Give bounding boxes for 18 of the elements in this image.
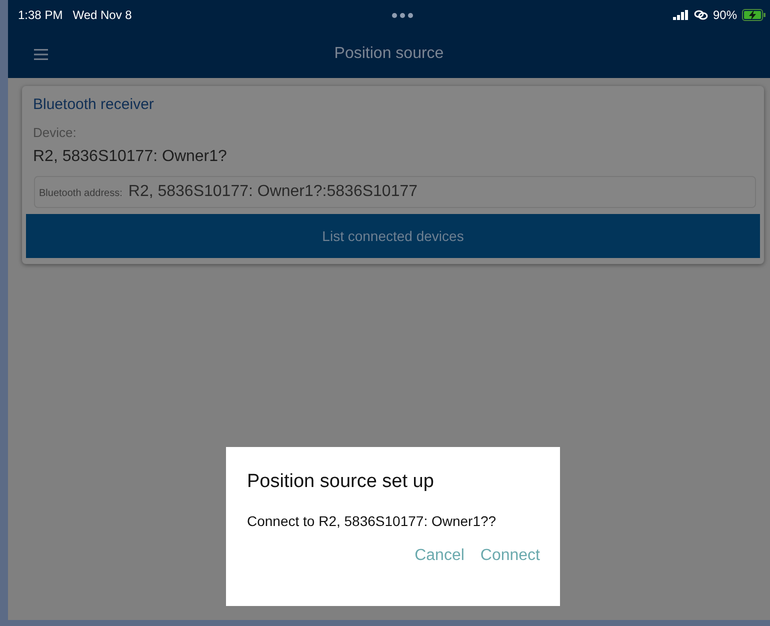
dialog-message: Connect to R2, 5836S10177: Owner1?? [247,513,498,529]
screen-title: Position source [333,45,445,63]
status-time: 1:38 PM [18,8,63,22]
link-icon [694,10,708,20]
battery-charging-icon [742,9,766,21]
card-title: Bluetooth receiver [32,95,155,115]
connect-button[interactable]: Connect [480,547,540,565]
signal-icon [672,10,689,20]
battery-percent: 90% [712,8,737,22]
menu-icon[interactable] [34,48,48,60]
dialog-title: Position source set up [247,471,435,493]
address-field[interactable]: Bluetooth address: R2, 5836S10177: Owner1?:5836S10177 [34,176,756,208]
status-date: Wed Nov 8 [72,8,132,22]
list-devices-button[interactable]: List connected devices [26,214,760,258]
device-label: Device: [32,125,78,142]
cancel-button[interactable]: Cancel [414,547,464,565]
multitasking-dots-icon[interactable] [390,10,415,20]
device-value: R2, 5836S10177: Owner1? [32,148,228,167]
